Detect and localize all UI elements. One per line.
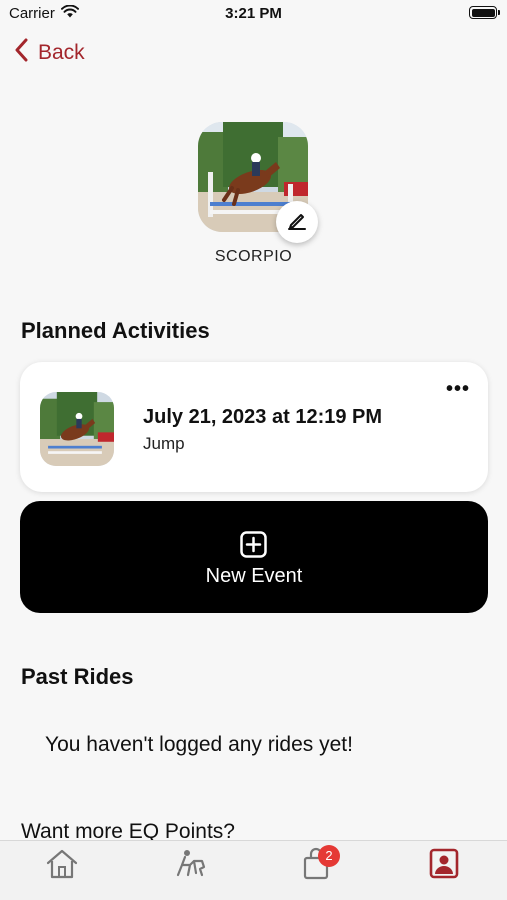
home-icon [44,849,80,885]
activity-card[interactable]: July 21, 2023 at 12:19 PM Jump ••• [20,362,488,492]
more-options-button[interactable]: ••• [446,378,470,401]
cart-badge: 2 [318,845,340,867]
tab-bar: 2 [0,840,507,900]
new-event-label: New Event [205,565,303,587]
empty-rides-message: You haven't logged any rides yet! [45,733,353,756]
past-rides-title: Past Rides [21,664,134,689]
plus-square-icon [240,531,267,558]
profile-icon [426,848,462,885]
activity-date: July 21, 2023 at 12:19 PM [143,406,383,428]
planned-activities-title: Planned Activities [21,318,210,343]
rider-icon [172,850,208,885]
battery-icon [469,6,500,19]
tab-home[interactable] [44,847,84,883]
tab-profile[interactable] [426,847,466,883]
activity-thumbnail [40,392,114,466]
back-button[interactable]: Back [14,38,85,68]
shopping-bag-icon [300,847,336,885]
status-bar: Carrier 3:21 PM [0,0,507,30]
new-event-button[interactable]: New Event [20,501,488,613]
chevron-left-icon [14,38,28,68]
back-label: Back [38,41,85,64]
edit-photo-button[interactable] [276,201,318,243]
status-time: 3:21 PM [225,5,282,22]
tab-ride[interactable] [172,847,212,883]
pencil-icon [286,209,308,236]
horse-name: SCORPIO [214,248,293,265]
activity-type: Jump [143,434,185,453]
tab-shop[interactable]: 2 [300,845,340,885]
